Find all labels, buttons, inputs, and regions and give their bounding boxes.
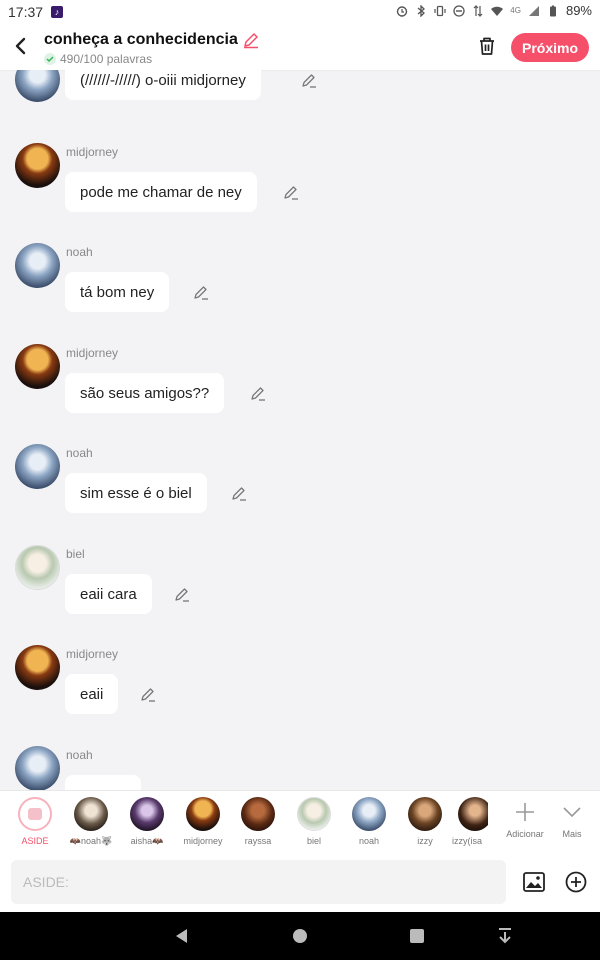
story-header: conheça a conhecidencia 490/100 palavras… — [0, 24, 600, 71]
character-label: izzy(isa — [452, 836, 483, 846]
speaker-name: midjorney — [66, 145, 119, 159]
edit-message-icon[interactable] — [193, 284, 209, 300]
network-type: 4G — [510, 6, 521, 15]
image-icon[interactable] — [522, 870, 546, 894]
character-label: ASIDE — [21, 836, 49, 846]
character-avatar — [352, 797, 386, 831]
edit-title-icon[interactable] — [242, 31, 260, 49]
character-rayssa[interactable]: rayssa — [236, 797, 280, 846]
more-label: Mais — [562, 829, 582, 839]
nav-collapse-icon[interactable] — [495, 926, 515, 946]
speaker-name: noah — [66, 245, 93, 259]
edit-message-icon[interactable] — [283, 184, 299, 200]
character-label: 🦇noah🐺 — [69, 836, 113, 846]
message-input[interactable] — [11, 860, 506, 904]
character-label: aisha🦇 — [130, 836, 164, 846]
word-count: 490/100 palavras — [44, 52, 152, 66]
avatar-midjorney[interactable] — [15, 645, 60, 690]
edit-message-icon[interactable] — [301, 72, 317, 88]
edit-message-icon[interactable] — [140, 686, 156, 702]
wifi-icon — [491, 6, 504, 16]
character-noah[interactable]: noah — [347, 797, 391, 846]
message-bubble[interactable]: são seus amigos?? — [65, 373, 225, 413]
message-bubble[interactable]: (//////-/////) o-oiii midjorney — [65, 70, 261, 100]
word-count-text: 490/100 palavras — [60, 52, 153, 66]
battery-percent: 89% — [565, 3, 592, 18]
system-nav-bar — [0, 912, 600, 960]
speaker-name: noah — [66, 748, 93, 762]
character-avatar — [408, 797, 442, 831]
speaker-name: midjorney — [66, 647, 119, 661]
character-midjorney[interactable]: midjorney — [181, 797, 225, 846]
character-biel[interactable]: biel — [292, 797, 336, 846]
character-label: rayssa — [244, 836, 272, 846]
avatar-midjorney[interactable] — [15, 344, 60, 389]
trash-icon[interactable] — [476, 35, 498, 57]
character-label: noah — [358, 836, 380, 846]
vibrate-icon — [434, 5, 446, 16]
app-notification-icon: ♪ — [51, 6, 64, 18]
plus-icon — [516, 803, 534, 821]
alarm-icon — [397, 5, 408, 17]
avatar-noah[interactable] — [15, 746, 60, 790]
message-bubble[interactable]: eaii — [65, 674, 119, 714]
character-label: biel — [306, 836, 321, 846]
message-bubble[interactable] — [65, 775, 141, 790]
next-button[interactable]: Próximo — [511, 33, 589, 62]
nav-recents-icon[interactable] — [407, 926, 427, 946]
signal-icon — [528, 5, 539, 16]
speaker-name: midjorney — [66, 346, 119, 360]
speaker-name: biel — [66, 547, 85, 561]
message-bubble[interactable]: sim esse é o biel — [65, 473, 207, 513]
avatar-biel[interactable] — [15, 545, 60, 590]
add-circle-icon[interactable] — [564, 870, 588, 894]
message-bubble[interactable]: tá bom ney — [65, 272, 170, 312]
nav-back-icon[interactable] — [172, 926, 192, 946]
aside-icon — [18, 797, 52, 831]
battery-icon — [549, 5, 556, 16]
chevron-down-icon — [563, 807, 581, 818]
nav-home-icon[interactable] — [290, 926, 310, 946]
character-avatar — [186, 797, 220, 831]
input-bar — [0, 854, 600, 912]
character-avatar — [74, 797, 108, 831]
status-bar: 17:37 ♪ 4G 89% — [0, 0, 600, 24]
character-avatar — [241, 797, 275, 831]
avatar-midjorney[interactable] — [15, 143, 60, 188]
character-noah-bat[interactable]: 🦇noah🐺 — [69, 797, 113, 847]
edit-message-icon[interactable] — [231, 485, 247, 501]
character-avatar — [297, 797, 331, 831]
chat-area[interactable]: (//////-/////) o-oiii midjorney midjorne… — [0, 70, 600, 790]
edit-message-icon[interactable] — [174, 586, 190, 602]
speaker-name: noah — [66, 446, 93, 460]
avatar-noah[interactable] — [15, 243, 60, 288]
edit-message-icon[interactable] — [250, 385, 266, 401]
check-icon — [44, 53, 56, 65]
bluetooth-icon — [417, 4, 426, 17]
avatar-noah[interactable] — [15, 70, 60, 102]
do-not-disturb-icon — [453, 4, 465, 17]
more-button[interactable]: Mais — [550, 801, 594, 839]
avatar-noah[interactable] — [15, 444, 60, 489]
message-bubble[interactable]: eaii cara — [65, 574, 152, 614]
character-avatar — [130, 797, 164, 831]
character-bar: ASIDE 🦇noah🐺 aisha🦇 midjorney rayssa bie… — [0, 790, 600, 855]
character-label: midjorney — [183, 836, 223, 846]
add-character-button[interactable]: Adicionar — [503, 801, 547, 839]
story-title[interactable]: conheça a conhecidencia — [44, 31, 260, 49]
character-izzy-isa[interactable]: izzy(isa — [452, 797, 488, 846]
character-aisha[interactable]: aisha🦇 — [125, 797, 169, 847]
character-label: izzy — [417, 836, 433, 846]
data-arrows-icon — [473, 4, 483, 17]
status-icons: 4G 89% — [396, 3, 592, 18]
back-arrow-icon[interactable] — [10, 34, 32, 58]
status-time: 17:37 — [8, 4, 44, 20]
message-bubble[interactable]: pode me chamar de ney — [65, 172, 257, 212]
character-avatar — [458, 797, 488, 831]
character-izzy[interactable]: izzy — [403, 797, 447, 846]
add-label: Adicionar — [506, 829, 544, 839]
character-aside[interactable]: ASIDE — [13, 797, 57, 846]
story-title-text: conheça a conhecidencia — [44, 31, 238, 48]
